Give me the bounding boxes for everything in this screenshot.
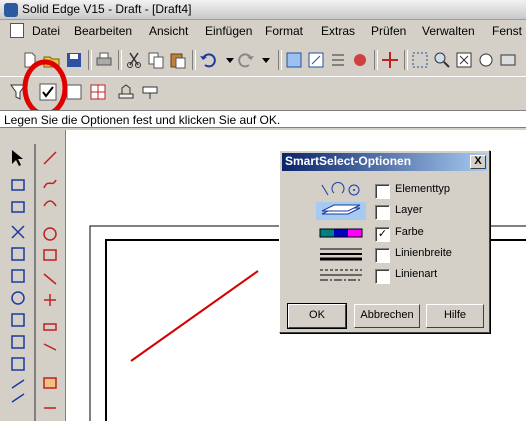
color-icon xyxy=(319,228,363,238)
label-linienbreite: Linienbreite xyxy=(395,247,452,259)
checkbox-linienbreite[interactable] xyxy=(375,248,390,263)
menu-einfuegen[interactable]: Einfügen xyxy=(205,24,252,38)
layer-icon xyxy=(316,202,366,220)
menu-ansicht[interactable]: Ansicht xyxy=(149,24,188,38)
toolbar-separator xyxy=(404,50,408,70)
ok-button[interactable]: OK xyxy=(287,303,347,329)
label-elementtyp: Elementtyp xyxy=(395,183,451,195)
checkbox-farbe[interactable]: ✓ xyxy=(375,227,390,242)
checkbox-linienart[interactable] xyxy=(375,269,390,284)
menu-format[interactable]: Format xyxy=(265,24,303,38)
label-linienart: Linienart xyxy=(395,268,438,280)
toolbar-separator xyxy=(374,50,378,70)
menu-datei[interactable]: Datei xyxy=(32,24,60,38)
menu-bearbeiten[interactable]: Bearbeiten xyxy=(74,24,132,38)
dialog-title: SmartSelect-Optionen xyxy=(285,154,412,168)
document-icon[interactable] xyxy=(10,23,24,38)
standard-toolbar xyxy=(0,43,526,76)
line-type-icon xyxy=(320,269,362,281)
element-type-icon xyxy=(321,182,360,196)
menu-fenster[interactable]: Fenst xyxy=(492,24,522,38)
copy-icon[interactable] xyxy=(146,50,166,70)
snap-icon[interactable] xyxy=(380,50,400,70)
cancel-button[interactable]: Abbrechen xyxy=(354,304,420,328)
menu-pruefen[interactable]: Prüfen xyxy=(371,24,406,38)
window-title: Solid Edge V15 - Draft - [Draft4] xyxy=(22,2,192,16)
toolbar-separator xyxy=(192,50,196,70)
select-tool-icon[interactable] xyxy=(140,82,160,102)
select-layer-icon[interactable] xyxy=(116,82,136,102)
help-button[interactable]: Hilfe xyxy=(426,304,484,328)
select-grid-icon[interactable] xyxy=(88,82,108,102)
label-farbe: Farbe xyxy=(395,226,424,238)
checkbox-layer[interactable] xyxy=(375,205,390,220)
drawn-line xyxy=(130,270,259,362)
left-tool-palette xyxy=(0,130,66,421)
zoom-icon[interactable] xyxy=(432,50,452,70)
redo-icon[interactable] xyxy=(236,50,256,70)
line-width-icon xyxy=(320,248,362,261)
view-icon[interactable] xyxy=(498,50,518,70)
checkbox-elementtyp[interactable] xyxy=(375,184,390,199)
menu-extras[interactable]: Extras xyxy=(321,24,355,38)
prompt-text: Legen Sie die Optionen fest und klicken … xyxy=(4,113,281,127)
menu-bar: Datei Bearbeiten Ansicht Einfügen Format… xyxy=(0,20,526,42)
dialog-title-bar: SmartSelect-Optionen X xyxy=(282,153,487,171)
sheet-icon[interactable] xyxy=(284,50,304,70)
drawing-tools-icons[interactable] xyxy=(4,144,64,421)
toolbar-separator xyxy=(118,50,122,70)
smartselect-dialog: SmartSelect-Optionen X Elementtyp Layer … xyxy=(279,150,490,333)
close-button[interactable]: X xyxy=(470,155,486,169)
label-layer: Layer xyxy=(395,204,423,216)
title-bar: Solid Edge V15 - Draft - [Draft4] xyxy=(0,0,526,20)
zoom-area-icon[interactable] xyxy=(410,50,430,70)
toolbar-separator xyxy=(278,50,282,70)
app-icon xyxy=(4,3,18,17)
fit-icon[interactable] xyxy=(454,50,474,70)
undo-icon[interactable] xyxy=(198,50,218,70)
print-icon[interactable] xyxy=(94,50,114,70)
prompt-bar: Legen Sie die Optionen fest und klicken … xyxy=(0,110,526,128)
toolbar-separator xyxy=(88,50,92,70)
selection-toolbar xyxy=(0,59,526,117)
redo-dropdown-icon[interactable] xyxy=(256,50,276,70)
pan-icon[interactable] xyxy=(476,50,496,70)
properties-icon[interactable] xyxy=(328,50,348,70)
cut-icon[interactable] xyxy=(124,50,144,70)
object-icon[interactable] xyxy=(350,50,370,70)
edit-sheet-icon[interactable] xyxy=(306,50,326,70)
paste-icon[interactable] xyxy=(168,50,188,70)
menu-verwalten[interactable]: Verwalten xyxy=(422,24,475,38)
